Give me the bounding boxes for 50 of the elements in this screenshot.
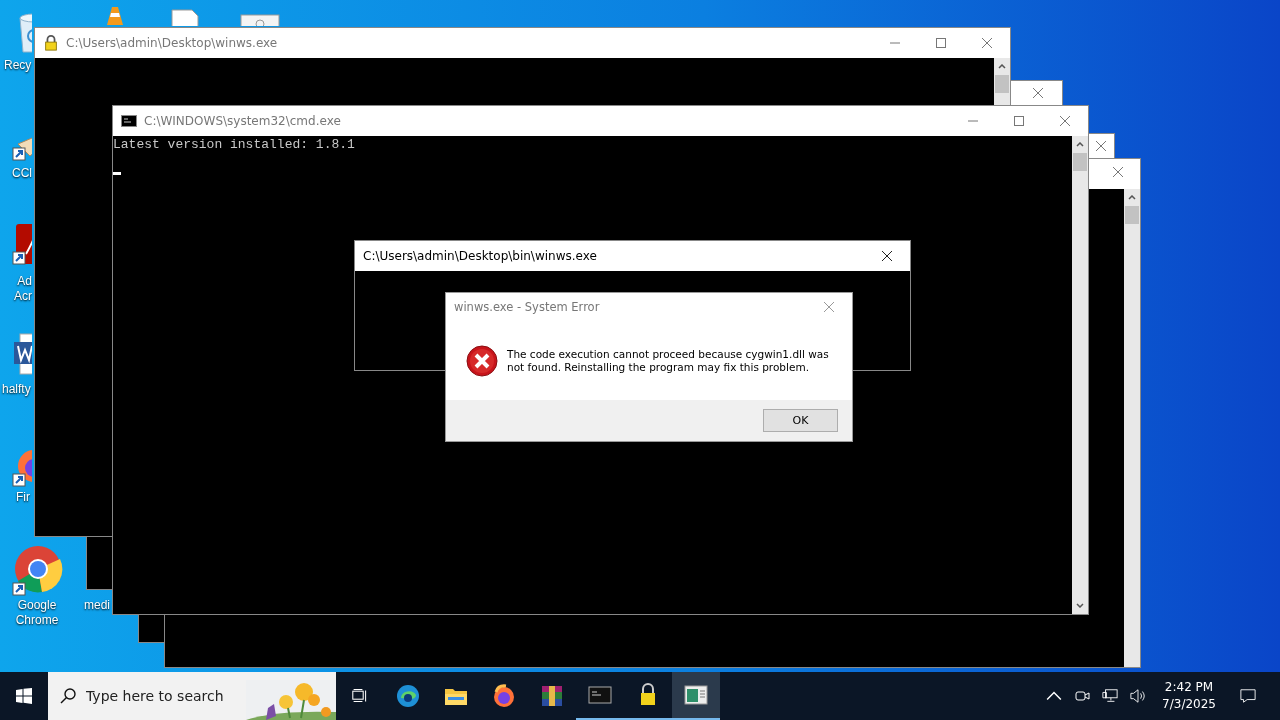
taskbar-search-bar[interactable]: Type here to search — [48, 672, 336, 720]
error-message: The code execution cannot proceed because cygwin1.dll was not found. Reinstalling the program may fix this problem. — [507, 347, 830, 374]
dialog-title: winws.exe - System Error — [454, 300, 601, 314]
search-icon — [60, 688, 76, 704]
window-title: C:\Users\admin\Desktop\winws.exe — [66, 36, 279, 50]
close-icon — [1096, 141, 1106, 151]
desktop-icon-label[interactable]: CCl — [12, 166, 32, 181]
notification-icon[interactable] — [1240, 688, 1256, 704]
desktop-icon-label[interactable]: halfty — [2, 382, 31, 397]
scroll-thumb[interactable] — [995, 75, 1009, 93]
maximize-icon — [936, 38, 946, 48]
scrollbar[interactable] — [994, 58, 1010, 105]
scrollbar[interactable] — [1072, 136, 1088, 614]
desktop-icon-label[interactable]: Google Chrome — [6, 598, 68, 628]
caret-up-icon[interactable] — [1128, 195, 1136, 200]
error-icon — [466, 344, 498, 377]
scroll-thumb[interactable] — [1073, 153, 1087, 171]
desktop-icon-label[interactable]: Fir — [16, 490, 30, 505]
padlock-icon — [43, 35, 59, 51]
pdf-shortcut-icon[interactable] — [12, 222, 32, 266]
console-output-line: Latest version installed: 1.8.1 — [113, 137, 356, 153]
desktop-icon-label[interactable]: Recy — [4, 58, 32, 73]
caret-down-icon[interactable] — [1076, 603, 1084, 608]
windows-logo-icon — [16, 688, 32, 704]
search-input[interactable]: Type here to search — [86, 688, 236, 704]
caret-up-icon[interactable] — [998, 64, 1006, 69]
desktop-icon-label[interactable]: medi — [84, 598, 110, 613]
maximize-icon — [1014, 116, 1024, 126]
close-icon — [1113, 167, 1123, 177]
clock[interactable]: 2:42 PM 7/3/2025 — [1158, 679, 1220, 713]
close-icon — [882, 251, 892, 261]
close-icon — [1060, 116, 1070, 126]
window-icon[interactable] — [240, 14, 280, 26]
console-icon — [121, 113, 137, 129]
window-title: C:\Users\admin\Desktop\bin\winws.exe — [362, 249, 598, 263]
window-title: C:\WINDOWS\system32\cmd.exe — [144, 114, 342, 128]
chrome-shortcut-icon[interactable] — [12, 545, 64, 597]
close-icon — [982, 38, 992, 48]
speaker-icon[interactable] — [1130, 688, 1147, 704]
camera-icon[interactable] — [1074, 688, 1091, 704]
window-taskbar-icon[interactable] — [672, 672, 720, 720]
scroll-thumb[interactable] — [1125, 206, 1139, 224]
network-icon[interactable] — [1102, 688, 1119, 704]
desktop-icon-label[interactable]: Ad Acr — [14, 274, 32, 304]
scrollbar[interactable] — [1124, 189, 1140, 667]
close-icon — [1033, 87, 1043, 98]
text-cursor — [113, 172, 121, 175]
close-icon — [824, 302, 834, 312]
caret-up-icon[interactable] — [1076, 142, 1084, 147]
ok-button[interactable]: OK — [763, 409, 838, 432]
